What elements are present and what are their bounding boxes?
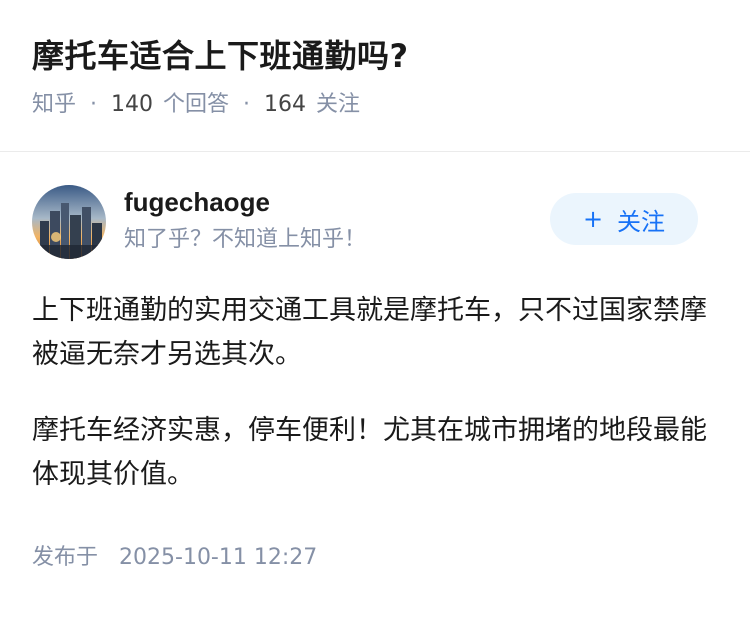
answer-content: 上下班通勤的实用交通工具就是摩托车，只不过国家禁摩被逼无奈才另选其次。 摩托车经… <box>32 289 718 497</box>
meta-separator: · <box>243 92 251 117</box>
avatar[interactable] <box>32 185 106 259</box>
follower-count: 164 <box>264 92 307 117</box>
answer-paragraph: 摩托车经济实惠，停车便利！尤其在城市拥堵的地段最能体现其价值。 <box>32 415 707 490</box>
answer-card: fugechaoge 知了乎？不知道上知乎！ + 关注 上下班通勤的实用交通工具… <box>0 185 750 573</box>
meta-separator: · <box>90 92 98 117</box>
question-header: 摩托车适合上下班通勤吗? 知乎 · 140 个回答 · 164 关注 <box>0 0 750 118</box>
source-label[interactable]: 知乎 <box>32 90 76 120</box>
follow-button-label: 关注 <box>617 207 666 236</box>
plus-icon: + <box>582 205 604 233</box>
answer-count-label: 个回答 <box>163 92 230 117</box>
answer-count: 140 <box>111 92 154 117</box>
published-time: 发布于 2025-10-11 12:27 <box>32 543 718 573</box>
question-meta: 知乎 · 140 个回答 · 164 关注 <box>32 90 718 120</box>
question-title[interactable]: 摩托车适合上下班通勤吗? <box>32 34 718 78</box>
city-skyline-avatar-icon <box>32 185 106 259</box>
section-divider <box>0 151 750 152</box>
published-datetime: 2025-10-11 12:27 <box>119 545 318 570</box>
author-bio: 知了乎？不知道上知乎！ <box>124 227 367 252</box>
follow-button[interactable]: + 关注 <box>550 193 698 245</box>
author-name[interactable]: fugechaoge <box>124 185 270 219</box>
follower-count-label: 关注 <box>316 92 361 117</box>
answer-paragraph: 上下班通勤的实用交通工具就是摩托车，只不过国家禁摩被逼无奈才另选其次。 <box>32 295 707 370</box>
published-label: 发布于 <box>32 545 99 570</box>
author-row: fugechaoge 知了乎？不知道上知乎！ + 关注 <box>32 185 718 259</box>
